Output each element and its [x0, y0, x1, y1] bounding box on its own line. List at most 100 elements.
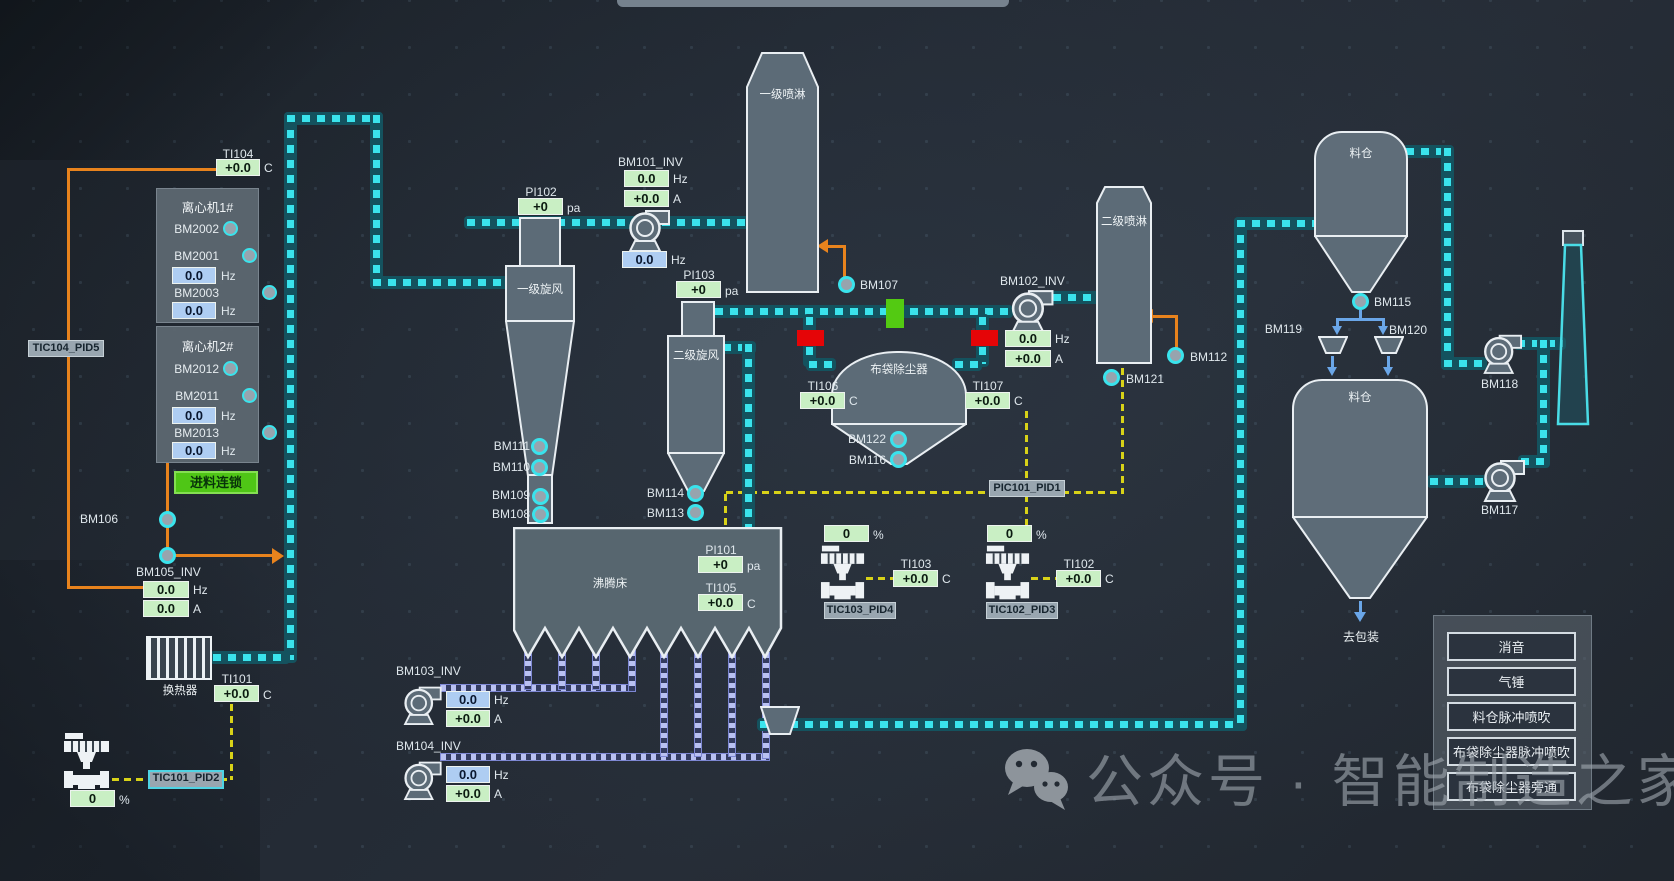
bm109-valve[interactable]	[532, 488, 549, 505]
bm103-hz[interactable]: 0.0	[446, 691, 490, 708]
bm108-label: BM108	[470, 507, 530, 521]
mute-button[interactable]: 消音	[1447, 632, 1576, 661]
cyclone1-neck	[519, 217, 561, 267]
bm122-valve[interactable]	[890, 431, 907, 448]
pi101-unit: pa	[747, 559, 760, 573]
bm106-motor[interactable]	[159, 511, 176, 528]
spray-tower-2-label: 二级喷淋	[1096, 213, 1152, 229]
bm104-amp-unit: A	[494, 787, 502, 801]
bagfilter-bypass-button[interactable]: 布袋除尘器旁通	[1447, 772, 1576, 801]
bm113-valve[interactable]	[687, 504, 704, 521]
bm110-valve[interactable]	[531, 459, 548, 476]
bm101-amp-unit: A	[673, 192, 681, 206]
air-hammer-button[interactable]: 气锤	[1447, 667, 1576, 696]
bm104-hz[interactable]: 0.0	[446, 766, 490, 783]
bm2003-hz[interactable]: 0.0	[172, 302, 216, 319]
bm107-motor[interactable]	[838, 276, 855, 293]
bm101-hz: 0.0	[624, 170, 669, 187]
bm2012-label: BM2012	[161, 362, 219, 376]
pi101-tag: PI101	[698, 543, 744, 557]
command-panel: 消音 气锤 料仓脉冲喷吹 布袋除尘器脉冲喷吹 布袋除尘器旁通	[1433, 615, 1592, 810]
pic101-pid1-tag[interactable]: PIC101_PID1	[989, 480, 1065, 497]
bm2001-hz-unit: Hz	[221, 269, 236, 283]
bm2001-hz[interactable]: 0.0	[172, 267, 216, 284]
bm2013-hz[interactable]: 0.0	[172, 442, 216, 459]
bm118-label: BM118	[1481, 377, 1518, 391]
silo-bottom-label: 料仓	[1292, 389, 1428, 405]
bm116-valve[interactable]	[890, 451, 907, 468]
bm121-label: BM121	[1126, 372, 1164, 386]
bm101-fan-icon[interactable]	[626, 206, 670, 252]
packaging-arrow	[1354, 612, 1366, 622]
pid3-control-valve-icon[interactable]	[985, 544, 1031, 601]
bm105-motor[interactable]	[159, 547, 176, 564]
drop-arrow-left	[1327, 367, 1337, 376]
silo-pulse-blow-button[interactable]: 料仓脉冲喷吹	[1447, 702, 1576, 731]
bm102-amp-unit: A	[1055, 352, 1063, 366]
ti101-tag: TI101	[214, 672, 260, 686]
bm112-motor[interactable]	[1167, 347, 1184, 364]
ti103-unit: C	[942, 572, 951, 586]
bm122-label: BM122	[828, 432, 886, 446]
bypass-valve-green[interactable]	[886, 299, 904, 328]
bm2011-indicator[interactable]	[242, 388, 257, 403]
bm115-label: BM115	[1374, 295, 1411, 309]
ti106-tag: TI106	[800, 379, 846, 393]
pi103-unit: pa	[725, 284, 738, 298]
bm118-fan-icon[interactable]	[1481, 331, 1522, 374]
heat-exchanger-label: 换热器	[140, 682, 220, 698]
bm103-amp-unit: A	[494, 712, 502, 726]
bm103-amp: +0.0	[446, 710, 490, 727]
tic103-pid4-tag[interactable]: TIC103_PID4	[824, 602, 896, 619]
heater-control-valve-icon[interactable]	[62, 732, 112, 790]
centrifuge2-panel: 离心机2# BM2012 BM2011 0.0 Hz BM2013 0.0 Hz	[156, 326, 259, 463]
tic102-pid3-tag[interactable]: TIC102_PID3	[986, 602, 1058, 619]
bm2001-indicator[interactable]	[242, 248, 257, 263]
bm2011-hz[interactable]: 0.0	[172, 407, 216, 424]
bm114-valve[interactable]	[687, 485, 704, 502]
bagfilter-right-valve-red[interactable]	[971, 330, 998, 346]
pi102-value: +0	[518, 198, 563, 215]
pid4-output-value: 0	[824, 525, 869, 542]
ti107-tag: TI107	[965, 379, 1011, 393]
pipe-convey-bottom	[757, 718, 1247, 731]
bm103-inv-label: BM103_INV	[396, 664, 460, 678]
bm112-label: BM112	[1190, 350, 1227, 364]
orange-line-bm112-v	[1175, 317, 1178, 351]
bagfilter-left-valve-red[interactable]	[797, 330, 824, 346]
feed-interlock-button[interactable]: 进料连锁	[174, 471, 258, 494]
bm2003-indicator[interactable]	[262, 285, 277, 300]
bm120-label: BM120	[1389, 323, 1427, 337]
bagfilter-pulse-blow-button[interactable]: 布袋除尘器脉冲喷吹	[1447, 737, 1576, 766]
bm121-motor[interactable]	[1103, 369, 1120, 386]
yellow-ti101-drop	[230, 704, 233, 780]
bm103-fan-icon[interactable]	[401, 683, 442, 725]
orange-line-bm107-h	[828, 245, 846, 248]
bm111-valve[interactable]	[531, 438, 548, 455]
bm120-hopper[interactable]	[1374, 336, 1404, 354]
bm2002-indicator[interactable]	[223, 221, 238, 236]
orange-line-panel-drop	[166, 462, 169, 557]
bm2013-label: BM2013	[161, 426, 219, 440]
bm102-fan-icon[interactable]	[1008, 286, 1054, 333]
bm104-hz-unit: Hz	[494, 768, 509, 782]
bm101-fb[interactable]: 0.0	[622, 251, 667, 268]
tic101-pid2-tag[interactable]: TIC101_PID2	[148, 770, 224, 789]
bm101-amp: +0.0	[624, 190, 669, 207]
scada-screen: 一级喷淋 二级喷淋 一级旋风 BM111 BM110 BM109 BM108 二…	[0, 0, 1674, 881]
bm117-fan-icon[interactable]	[1481, 456, 1525, 502]
bm2013-indicator[interactable]	[262, 425, 277, 440]
bm104-fan-icon[interactable]	[401, 758, 442, 800]
silo-top-label: 料仓	[1314, 145, 1408, 161]
spray-tower-1-label: 一级喷淋	[746, 86, 819, 102]
pid4-control-valve-icon[interactable]	[820, 544, 866, 601]
bm119-hopper[interactable]	[1318, 336, 1348, 354]
orange-line-bm112-h	[1153, 315, 1178, 318]
ti106-unit: C	[849, 394, 858, 408]
bm108-valve[interactable]	[532, 506, 549, 523]
bm2012-indicator[interactable]	[223, 361, 238, 376]
bm115-valve[interactable]	[1352, 293, 1369, 310]
bm109-label: BM109	[470, 488, 530, 502]
pipe-feed-top	[284, 112, 383, 125]
tic104-pid5-tag[interactable]: TIC104_PID5	[28, 340, 104, 357]
